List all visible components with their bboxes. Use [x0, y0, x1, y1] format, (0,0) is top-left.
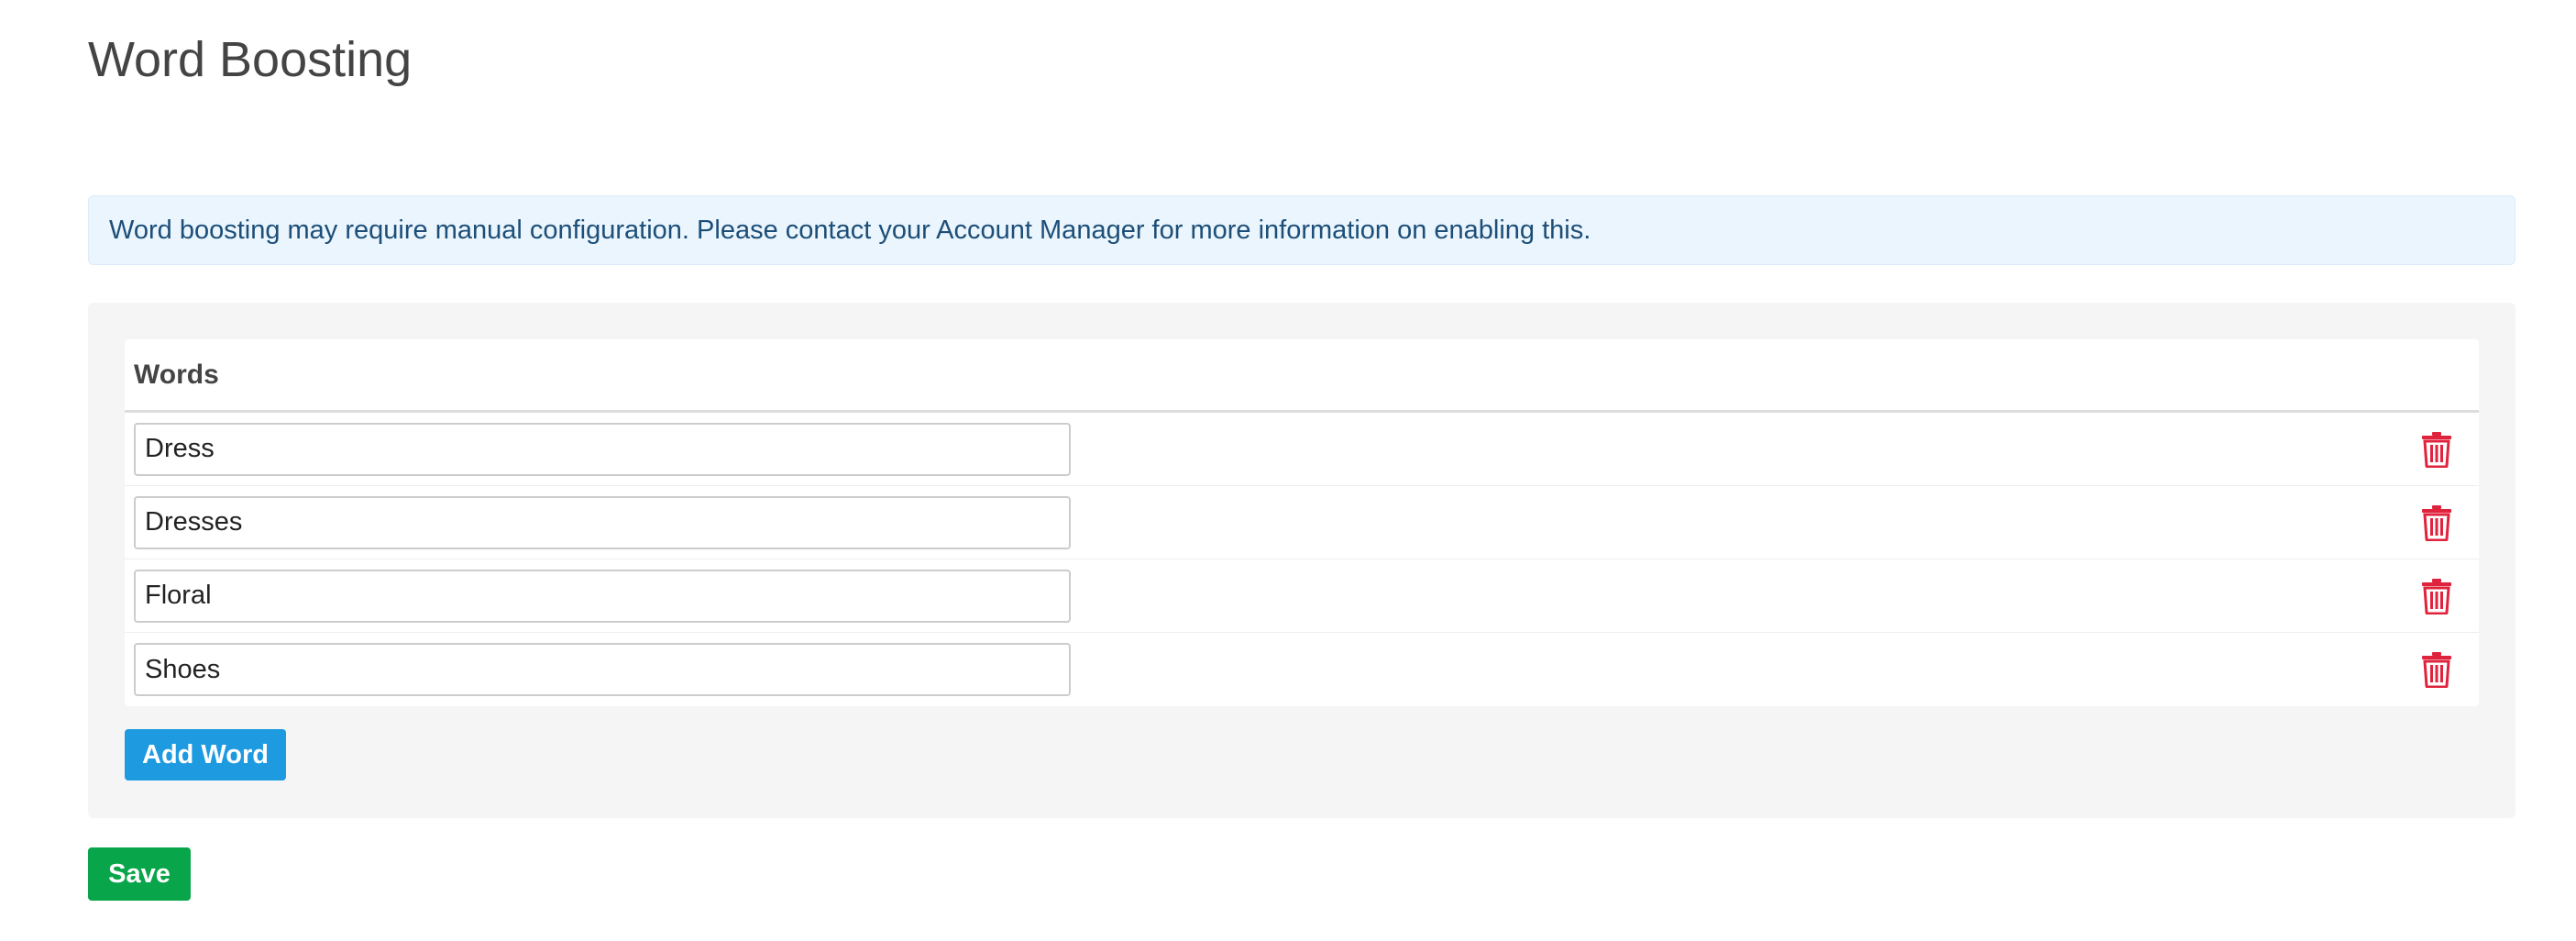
words-column-header: Words [125, 339, 2479, 413]
trash-icon [2422, 652, 2451, 688]
page-title: Word Boosting [88, 32, 413, 87]
delete-word-button[interactable] [2413, 646, 2460, 693]
delete-word-button[interactable] [2413, 499, 2460, 547]
trash-icon [2422, 504, 2451, 541]
word-input[interactable] [134, 495, 1071, 549]
delete-word-button[interactable] [2413, 572, 2460, 620]
words-table: Words [125, 339, 2479, 706]
word-row [125, 559, 2479, 633]
info-alert: Word boosting may require manual configu… [88, 195, 2515, 265]
trash-icon [2422, 431, 2451, 468]
delete-word-button[interactable] [2413, 426, 2460, 473]
add-word-button[interactable]: Add Word [125, 729, 286, 780]
word-row [125, 633, 2479, 706]
trash-icon [2422, 578, 2451, 614]
save-button[interactable]: Save [88, 847, 191, 901]
word-row [125, 413, 2479, 486]
word-input[interactable] [134, 569, 1071, 623]
word-input[interactable] [134, 643, 1071, 696]
word-row [125, 486, 2479, 559]
words-panel: Words Dress Dresses Floral Shoes Add Wor… [88, 303, 2515, 818]
word-input[interactable] [134, 422, 1071, 476]
info-alert-message: Word boosting may require manual configu… [109, 215, 1591, 245]
